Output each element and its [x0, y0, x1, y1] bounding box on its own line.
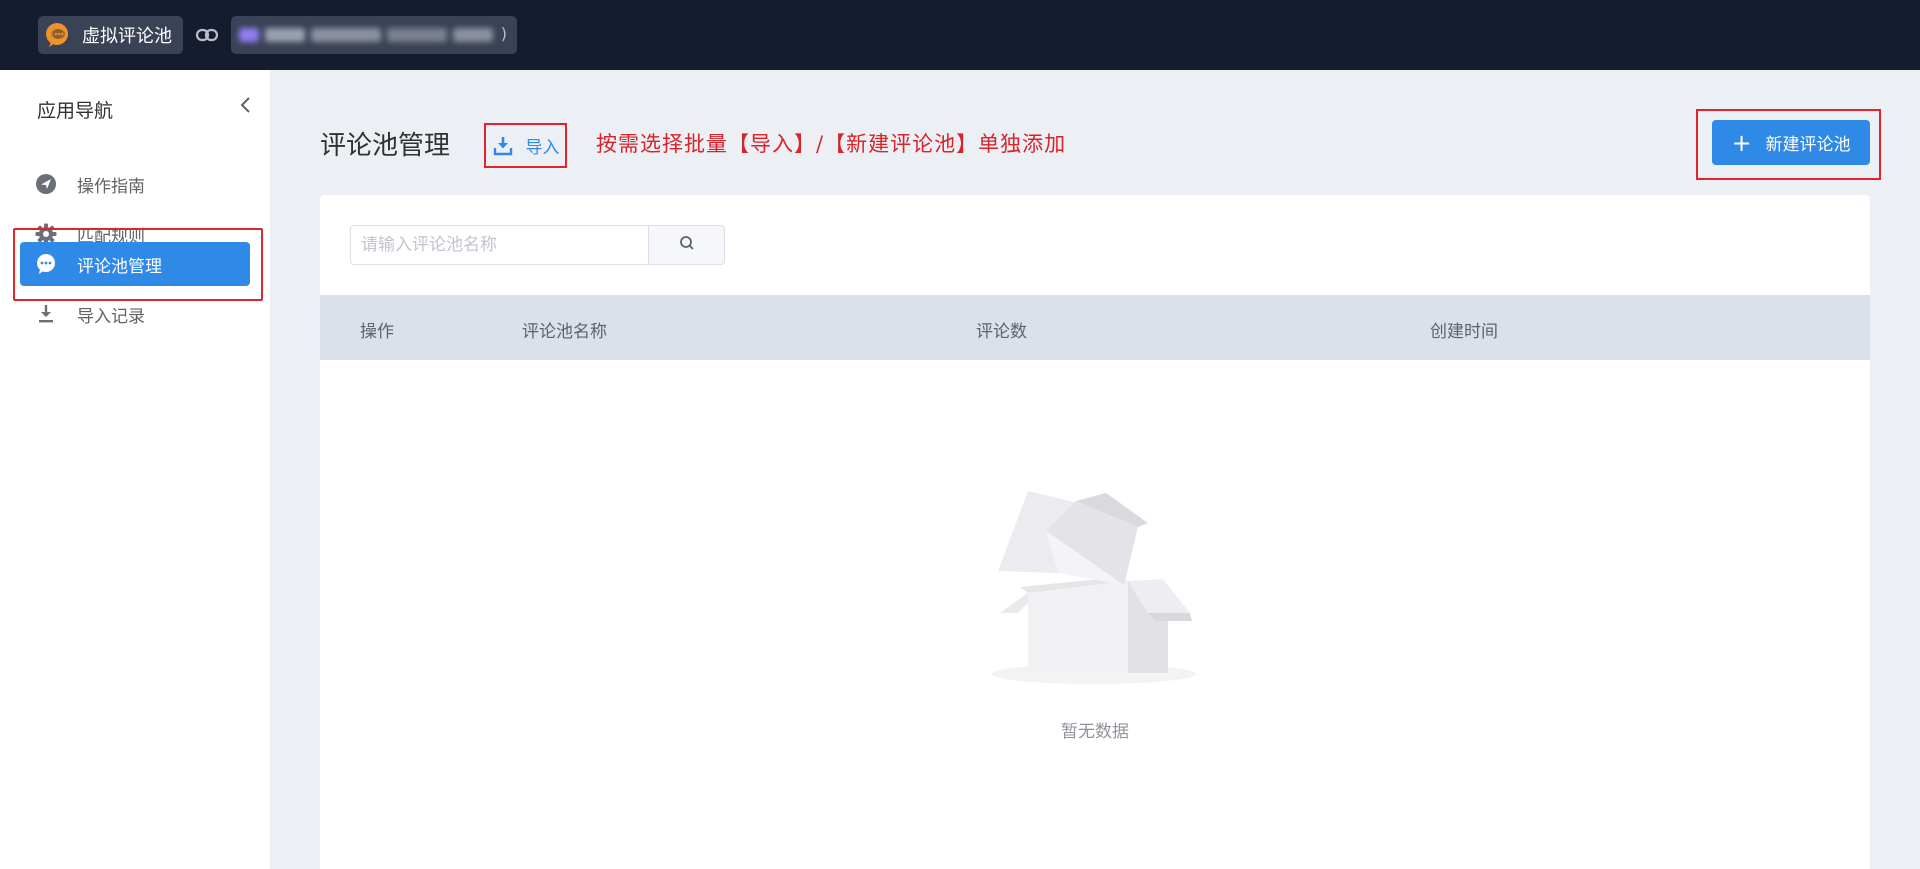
- search-input[interactable]: [350, 225, 650, 265]
- column-header-name: 评论池名称: [522, 322, 607, 342]
- navigation-arrow-icon: [35, 173, 57, 195]
- nav-title: 应用导航: [37, 100, 114, 122]
- empty-box-illustration: [988, 483, 1198, 688]
- new-comment-pool-button[interactable]: + 新建评论池: [1712, 120, 1870, 165]
- annotation-highlight-sidebar: [13, 228, 263, 301]
- page-title: 评论池管理: [320, 131, 451, 161]
- import-label: 导入: [525, 138, 560, 158]
- store-url-chip[interactable]: ): [231, 16, 517, 54]
- redacted-url: [239, 26, 499, 44]
- import-download-icon: [492, 135, 514, 157]
- empty-state-text: 暂无数据: [1061, 722, 1129, 742]
- sidebar-item-label: 导入记录: [77, 306, 145, 327]
- top-bar: 虚拟评论池 ): [0, 0, 1920, 70]
- plus-icon: +: [1731, 128, 1752, 157]
- collapse-chevron-left-icon[interactable]: [238, 94, 254, 116]
- app-name: 虚拟评论池: [82, 26, 172, 47]
- url-tail: ): [500, 24, 507, 43]
- sidebar-item-guide[interactable]: 操作指南: [20, 162, 250, 206]
- app-logo-icon: [42, 20, 72, 50]
- annotation-hint: 按需选择批量【导入】/【新建评论池】单独添加: [596, 132, 1067, 156]
- sidebar-item-label: 操作指南: [77, 176, 145, 197]
- app-switcher[interactable]: 虚拟评论池: [38, 16, 183, 54]
- download-icon: [35, 303, 57, 325]
- content-panel: 操作 评论池名称 评论数 创建时间 暂无数据: [320, 195, 1870, 869]
- search-icon: [679, 235, 695, 255]
- column-header-actions: 操作: [360, 322, 394, 342]
- search-button[interactable]: [648, 225, 725, 265]
- sidebar: 应用导航 操作指南 匹配规则 评论池管理 导入记录: [0, 70, 270, 869]
- column-header-created: 创建时间: [1430, 322, 1498, 342]
- column-header-count: 评论数: [976, 322, 1027, 342]
- import-button[interactable]: 导入: [484, 123, 567, 168]
- link-icon[interactable]: [195, 24, 219, 46]
- table-header: 操作 评论池名称 评论数 创建时间: [320, 295, 1870, 360]
- new-button-label: 新建评论池: [1765, 135, 1851, 155]
